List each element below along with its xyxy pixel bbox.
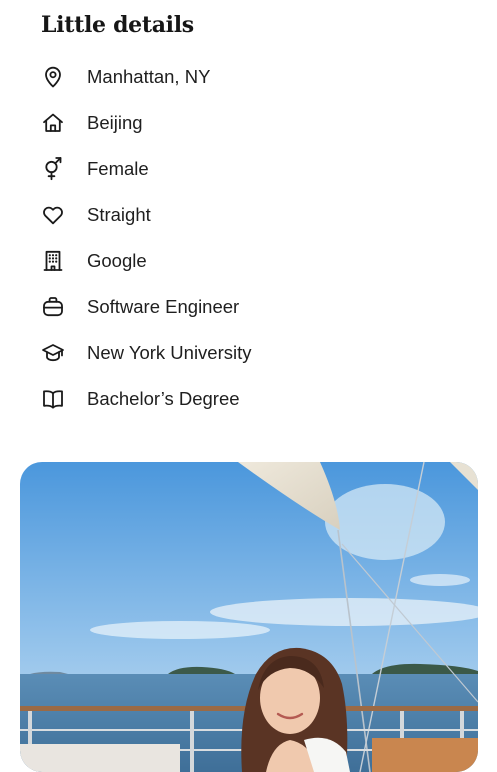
detail-row-location: Manhattan, NY bbox=[0, 54, 497, 100]
briefcase-icon bbox=[41, 295, 65, 319]
detail-row-school: New York University bbox=[0, 330, 497, 376]
home-icon bbox=[41, 111, 65, 135]
detail-row-job: Software Engineer bbox=[0, 284, 497, 330]
location-pin-icon bbox=[41, 65, 65, 89]
detail-label: Straight bbox=[87, 204, 151, 225]
heart-icon bbox=[41, 203, 65, 227]
detail-label: Manhattan, NY bbox=[87, 66, 211, 87]
detail-label: Software Engineer bbox=[87, 296, 240, 317]
detail-label: Beijing bbox=[87, 112, 143, 133]
section-title: Little details bbox=[41, 12, 194, 38]
profile-photo[interactable] bbox=[20, 462, 478, 772]
gender-icon bbox=[41, 157, 65, 181]
detail-row-gender: Female bbox=[0, 146, 497, 192]
detail-row-degree: Bachelor’s Degree bbox=[0, 376, 497, 422]
detail-row-orientation: Straight bbox=[0, 192, 497, 238]
graduation-cap-icon bbox=[41, 341, 65, 365]
book-icon bbox=[41, 387, 65, 411]
detail-row-company: Google bbox=[0, 238, 497, 284]
detail-row-hometown: Beijing bbox=[0, 100, 497, 146]
detail-label: New York University bbox=[87, 342, 252, 363]
building-icon bbox=[41, 249, 65, 273]
detail-label: Google bbox=[87, 250, 147, 271]
details-list: Manhattan, NY Beijing Female Straight Go… bbox=[0, 54, 497, 422]
detail-label: Female bbox=[87, 158, 149, 179]
photo-illustration bbox=[20, 462, 478, 772]
detail-label: Bachelor’s Degree bbox=[87, 388, 240, 409]
